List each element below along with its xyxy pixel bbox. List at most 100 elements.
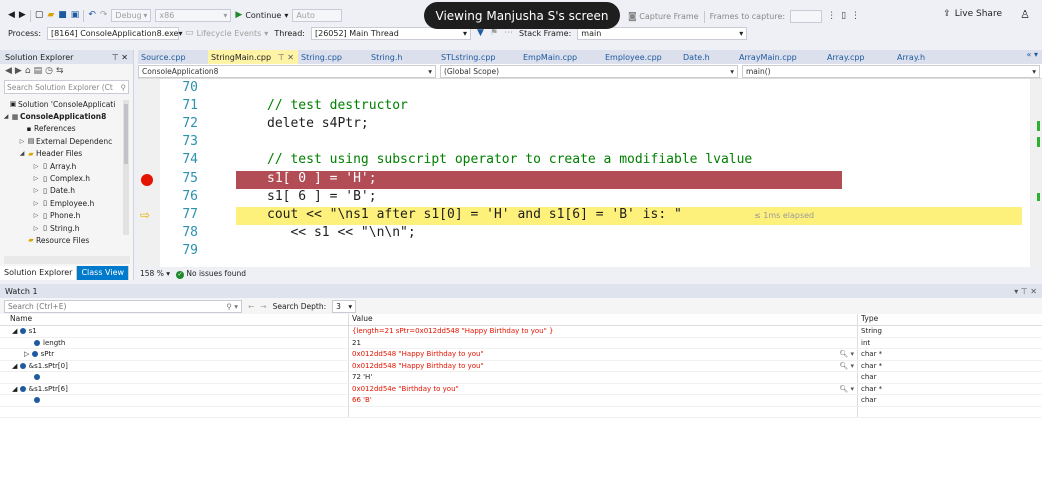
back-icon[interactable]: ◀ bbox=[8, 11, 15, 20]
save-all-icon[interactable]: ▣ bbox=[71, 11, 80, 20]
continue-button[interactable]: ▶ Continue ▾ bbox=[235, 11, 288, 21]
tree-item-file[interactable]: ▷ ▯ Array.h bbox=[0, 160, 122, 172]
scrollbar-thumb[interactable] bbox=[124, 104, 128, 164]
code-editor[interactable]: ⇨ 70 71 72 73 74 75 76 77 78 79 // test … bbox=[138, 79, 1042, 267]
tree-item-file[interactable]: ▷ ▯ Employee.h bbox=[0, 197, 122, 209]
pin-icon[interactable]: ⊤ bbox=[278, 53, 285, 62]
thread-icon[interactable]: ⋯ bbox=[504, 29, 513, 38]
tree-item-header-files[interactable]: ◢ ▰ Header Files bbox=[0, 148, 122, 160]
search-depth-dropdown[interactable]: 3 ▾ bbox=[332, 299, 357, 313]
new-project-icon[interactable]: ▢ bbox=[35, 11, 44, 20]
live-share-button[interactable]: ⇪ Live Share bbox=[943, 9, 1002, 19]
magnifier-icon[interactable]: 🔍︎ ▾ bbox=[839, 350, 854, 358]
column-header-name[interactable]: Name bbox=[0, 314, 349, 325]
pin-icon[interactable]: ⊤ bbox=[1021, 287, 1028, 296]
chevron-down-icon[interactable]: ▾ bbox=[1014, 287, 1018, 296]
switch-view-icon[interactable]: ▤ bbox=[34, 66, 43, 76]
tab-source-cpp[interactable]: Source.cpp bbox=[138, 50, 208, 64]
tab-solution-explorer[interactable]: Solution Explorer bbox=[0, 266, 78, 280]
tree-item-resource-files[interactable]: ▰ Resource Files bbox=[0, 234, 122, 246]
pin-icon[interactable]: ⊤ bbox=[112, 53, 119, 62]
breakpoint-icon[interactable] bbox=[141, 174, 153, 186]
pending-changes-icon[interactable]: ◷ bbox=[45, 66, 53, 76]
home-icon[interactable]: ⌂ bbox=[25, 66, 31, 76]
magnifier-icon[interactable]: 🔍︎ ▾ bbox=[839, 385, 854, 393]
tree-item-file[interactable]: ▷ ▯ Phone.h bbox=[0, 210, 122, 222]
expand-arrow-icon[interactable]: ◢ bbox=[12, 362, 17, 370]
tree-item-external-deps[interactable]: ▷ ▤ External Dependenc bbox=[0, 135, 122, 147]
tab-array-cpp[interactable]: Array.cpp bbox=[824, 50, 894, 64]
watch-row[interactable]: ▷ sPtr 0x012dd548 "Happy Birthday to you… bbox=[0, 349, 1042, 361]
solution-search-input[interactable]: Search Solution Explorer (Ct ⚲ bbox=[4, 80, 129, 94]
redo-icon[interactable]: ↷ bbox=[100, 11, 108, 20]
forward-icon[interactable]: ▶ bbox=[15, 66, 22, 76]
editor-vertical-scrollbar[interactable] bbox=[1030, 79, 1042, 267]
watch-search-input[interactable]: Search (Ctrl+E) ⚲ ▾ bbox=[4, 299, 242, 313]
search-previous-icon[interactable]: ← bbox=[248, 302, 254, 311]
collapsed-arrow-icon[interactable]: ▷ bbox=[24, 350, 29, 358]
column-header-value[interactable]: Value bbox=[349, 314, 858, 325]
tree-item-file[interactable]: ▷ ▯ String.h bbox=[0, 222, 122, 234]
platform-dropdown[interactable]: x86 ▾ bbox=[155, 9, 232, 22]
lifecycle-events-button[interactable]: ▭ Lifecycle Events ▾ bbox=[185, 29, 268, 39]
magnifier-icon[interactable]: 🔍︎ ▾ bbox=[839, 362, 854, 370]
save-icon[interactable]: ■ bbox=[58, 11, 67, 20]
document-icon[interactable]: ▯ bbox=[841, 12, 846, 21]
tab-empmain-cpp[interactable]: EmpMain.cpp bbox=[520, 50, 602, 64]
expand-arrow-icon[interactable]: ◢ bbox=[12, 327, 17, 335]
tab-arraymain-cpp[interactable]: ArrayMain.cpp bbox=[736, 50, 824, 64]
expand-arrow-icon[interactable]: ◢ bbox=[12, 385, 17, 393]
tab-string-h[interactable]: String.h bbox=[368, 50, 438, 64]
close-icon[interactable]: ✕ bbox=[1030, 287, 1037, 296]
watch-row-empty[interactable] bbox=[0, 406, 1042, 418]
solution-vertical-scrollbar[interactable] bbox=[123, 100, 129, 235]
process-dropdown[interactable]: [8164] ConsoleApplication8.exe ▾ bbox=[47, 27, 183, 40]
capture-frame-button[interactable]: ◙ Capture Frame bbox=[628, 12, 699, 22]
search-next-icon[interactable]: → bbox=[260, 302, 266, 311]
issues-indicator[interactable]: ✓ No issues found bbox=[175, 269, 246, 279]
tree-item-file[interactable]: ▷ ▯ Complex.h bbox=[0, 172, 122, 184]
sync-icon[interactable]: ⇆ bbox=[56, 66, 64, 76]
watch-row[interactable]: 66 'B' char bbox=[0, 395, 1042, 407]
watch-row[interactable]: ◢ s1 {length=21 sPtr=0x012dd548 "Happy B… bbox=[0, 326, 1042, 338]
tree-item-solution[interactable]: ▣ Solution 'ConsoleApplicati bbox=[0, 98, 122, 110]
chevron-down-icon[interactable]: ▾ bbox=[1034, 50, 1038, 59]
undo-icon[interactable]: ↶ bbox=[88, 11, 96, 20]
instruction-pointer-icon[interactable]: ⇨ bbox=[140, 208, 150, 222]
global-scope-dropdown[interactable]: (Global Scope) ▾ bbox=[440, 64, 738, 78]
comment-icon[interactable]: ⋮ bbox=[851, 12, 860, 21]
tab-employee-cpp[interactable]: Employee.cpp bbox=[602, 50, 680, 64]
tab-overflow-icon[interactable]: « bbox=[1027, 50, 1032, 59]
back-icon[interactable]: ◀ bbox=[5, 66, 12, 76]
watch-row[interactable]: length 21 int bbox=[0, 337, 1042, 349]
tab-stlstring-cpp[interactable]: STLstring.cpp bbox=[438, 50, 520, 64]
tree-item-references[interactable]: ▪ References bbox=[0, 123, 122, 135]
function-scope-dropdown[interactable]: main() ▾ bbox=[742, 64, 1040, 78]
flag-icon[interactable]: ⚑ bbox=[490, 29, 498, 38]
configuration-dropdown[interactable]: Debug ▾ bbox=[111, 9, 152, 22]
forward-icon[interactable]: ▶ bbox=[19, 11, 26, 20]
filter-icon[interactable]: ▼ bbox=[477, 29, 484, 38]
person-icon[interactable]: ♙ bbox=[1020, 8, 1030, 21]
zoom-level-dropdown[interactable]: 158 % ▾ bbox=[140, 269, 170, 278]
tab-array-h[interactable]: Array.h bbox=[894, 50, 954, 64]
tab-date-h[interactable]: Date.h bbox=[680, 50, 736, 64]
tab-class-view[interactable]: Class View bbox=[77, 266, 130, 280]
watch-row[interactable]: ◢ &s1.sPtr[6] 0x012dd54e "Birthday to yo… bbox=[0, 383, 1042, 395]
watch-row[interactable]: 72 'H' char bbox=[0, 372, 1042, 384]
close-icon[interactable]: ✕ bbox=[287, 53, 294, 62]
close-icon[interactable]: ✕ bbox=[121, 53, 128, 62]
align-icon[interactable]: ⋮ bbox=[827, 12, 836, 21]
project-scope-dropdown[interactable]: ConsoleApplication8 ▾ bbox=[138, 64, 436, 78]
tree-item-file[interactable]: ▷ ▯ Date.h bbox=[0, 185, 122, 197]
tab-string-cpp[interactable]: String.cpp bbox=[298, 50, 368, 64]
open-folder-icon[interactable]: ▰ bbox=[47, 11, 54, 20]
tab-stringmain-cpp[interactable]: StringMain.cpp ⊤ ✕ bbox=[208, 50, 298, 64]
attach-dropdown[interactable]: Auto bbox=[292, 9, 343, 22]
frames-to-capture-dropdown[interactable] bbox=[790, 10, 823, 23]
watch-row[interactable]: ◢ &s1.sPtr[0] 0x012dd548 "Happy Birthday… bbox=[0, 360, 1042, 372]
solution-horizontal-scrollbar[interactable] bbox=[4, 256, 130, 264]
tree-item-project[interactable]: ◢ ▦ ConsoleApplication8 bbox=[0, 110, 122, 122]
column-header-type[interactable]: Type bbox=[858, 314, 878, 325]
breakpoint-gutter[interactable] bbox=[138, 79, 160, 267]
